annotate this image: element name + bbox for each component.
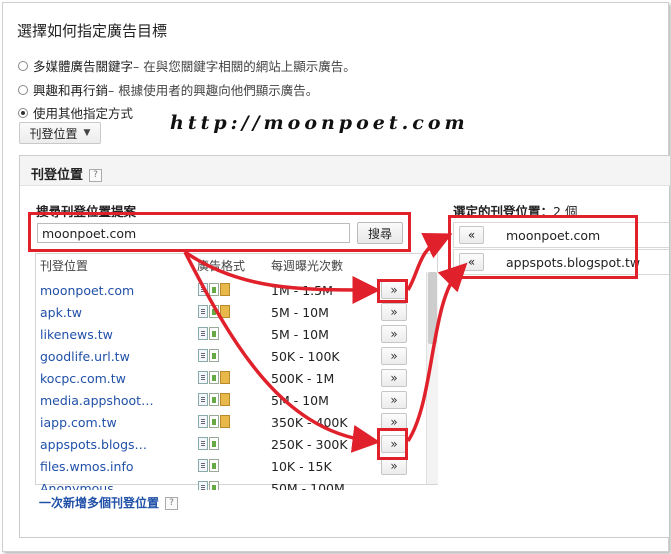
arrow-add2-to-selected (406, 262, 468, 442)
arrow-search-to-add2 (183, 251, 381, 453)
annotation-arrows (183, 232, 468, 453)
arrow-add1-to-selected (406, 232, 453, 291)
arrow-search-to-add1 (184, 250, 381, 304)
